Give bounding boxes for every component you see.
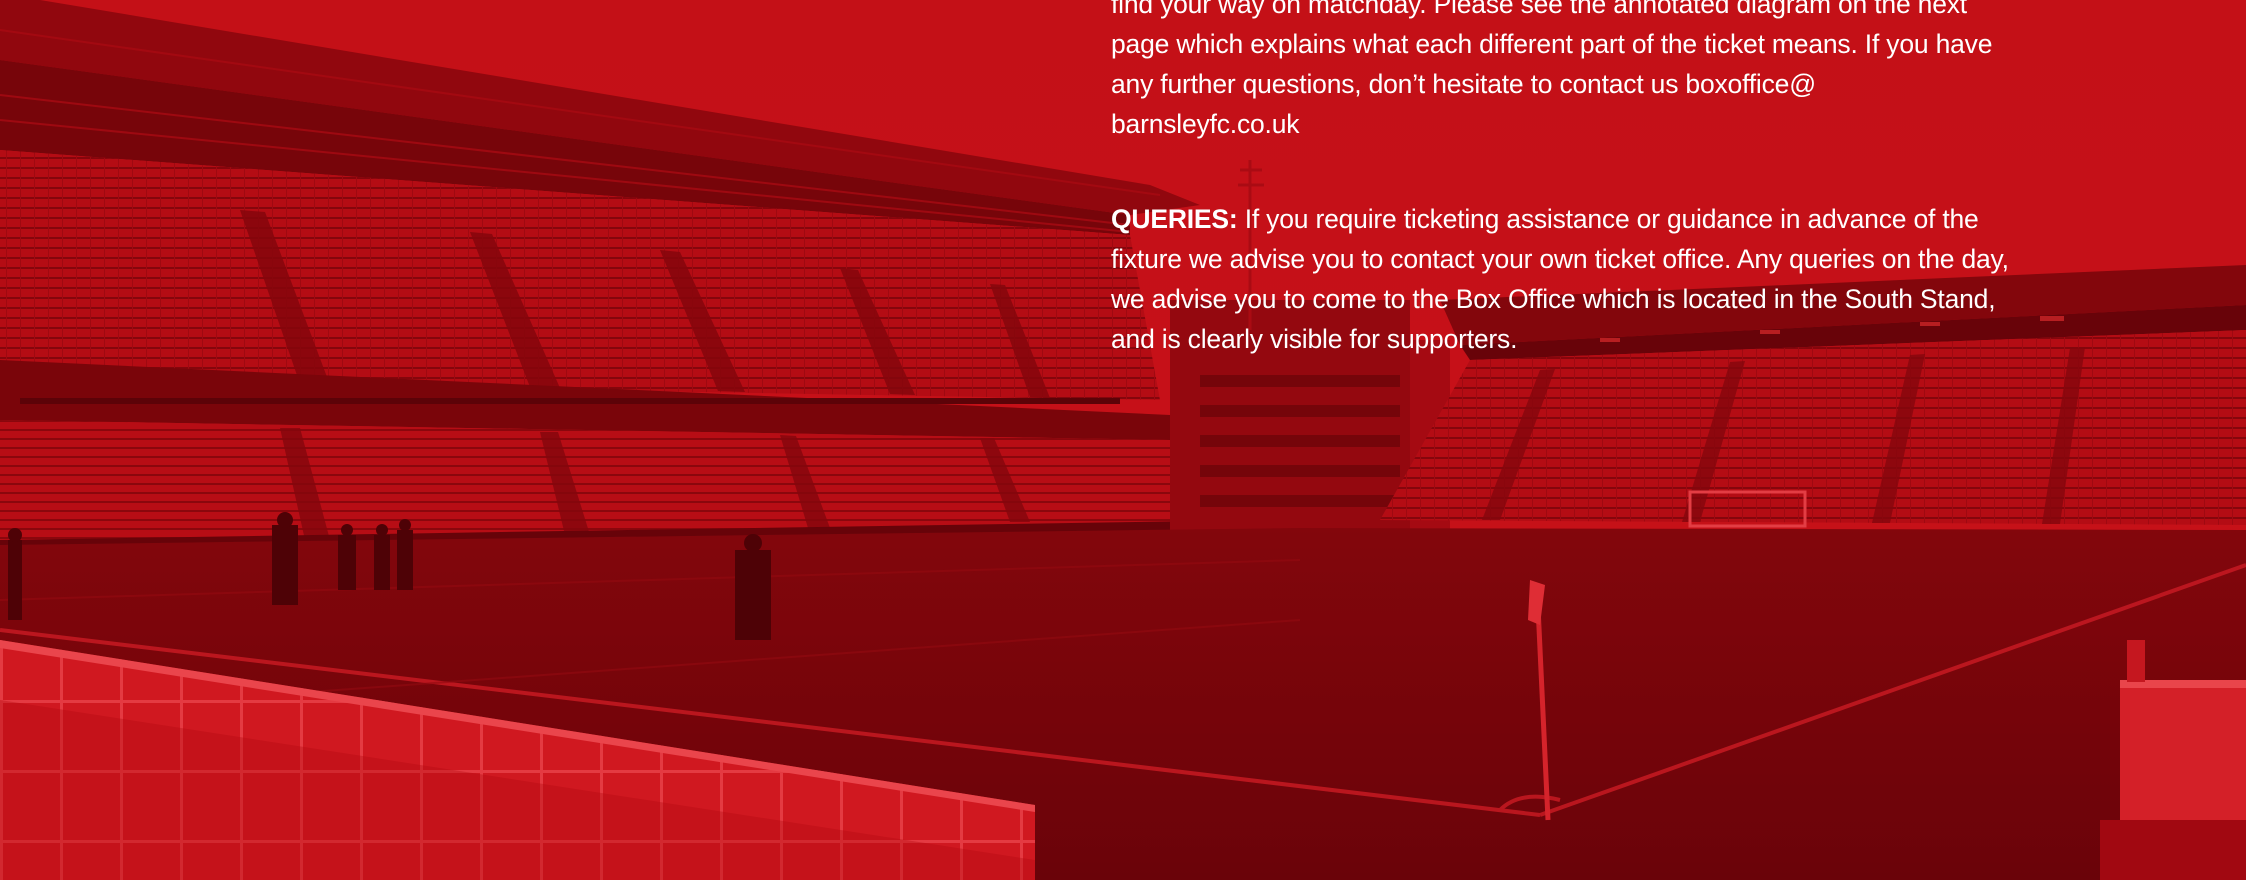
info-text-block: find your way on matchday. Please see th… — [1111, 0, 2011, 359]
queries-label: QUERIES: — [1111, 204, 1238, 234]
stadium-background-image: find your way on matchday. Please see th… — [0, 0, 2246, 880]
queries-paragraph: QUERIES: If you require ticketing assist… — [1111, 199, 2011, 359]
queries-text: If you require ticketing assistance or g… — [1111, 204, 2009, 354]
intro-paragraph: find your way on matchday. Please see th… — [1111, 0, 1993, 139]
